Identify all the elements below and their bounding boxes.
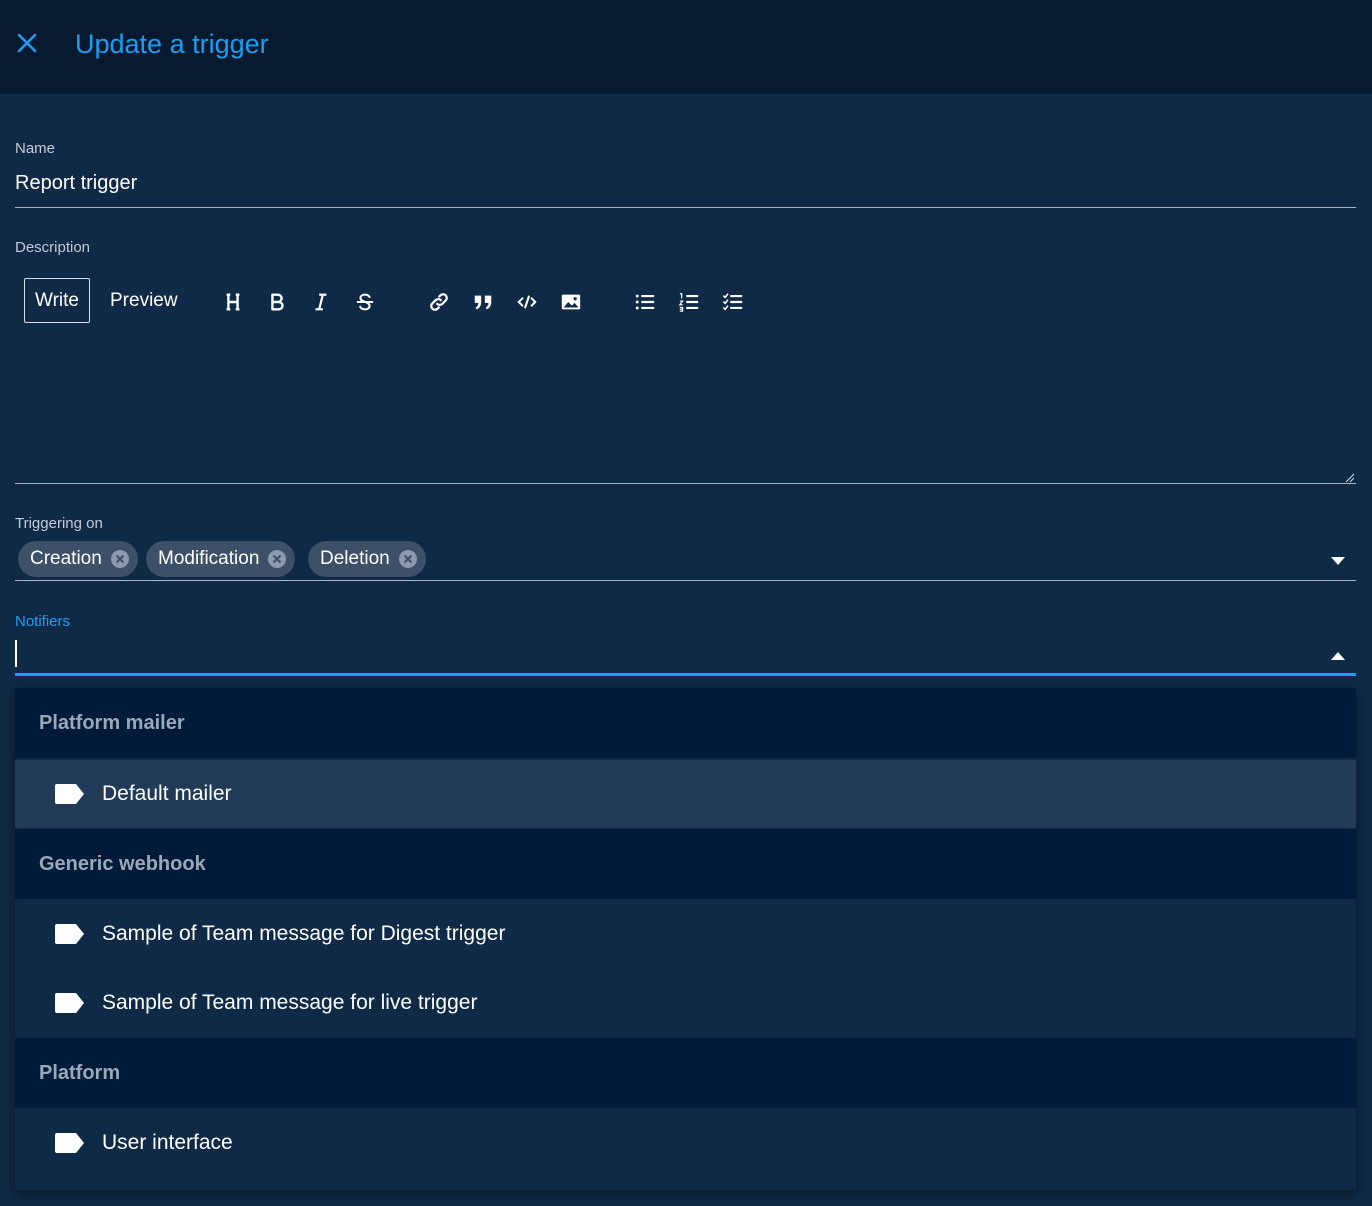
notifiers-label: Notifiers [15,613,71,630]
notifiers-dropdown-menu: Platform mailer Default mailer Generic w… [15,688,1356,1190]
bold-icon[interactable] [265,290,289,314]
group-header-generic-webhook: Generic webhook [15,829,1356,899]
italic-icon[interactable] [309,290,333,314]
chip-creation: Creation [18,541,138,577]
triggering-on-underline [15,580,1356,581]
top-bar: Update a trigger [0,0,1372,94]
tab-preview[interactable]: Preview [110,290,178,312]
tab-write[interactable]: Write [24,278,90,323]
name-label: Name [15,140,56,157]
dropdown-arrow-icon[interactable] [1330,556,1346,566]
option-label: Sample of Team message for live trigger [102,991,478,1014]
image-icon[interactable] [559,290,583,314]
chip-modification: Modification [146,541,296,577]
chip-deletion: Deletion [308,541,426,577]
triggering-on-label: Triggering on [15,515,103,532]
quote-icon[interactable] [471,290,495,314]
group-header-platform-mailer: Platform mailer [15,688,1356,758]
chip-label: Deletion [320,548,390,569]
page-title: Update a trigger [75,29,269,59]
label-icon [55,924,84,944]
name-input[interactable]: Report trigger [15,172,137,195]
group-header-platform: Platform [15,1038,1356,1108]
label-icon [55,784,84,804]
code-icon[interactable] [515,290,539,314]
chip-label: Creation [30,548,102,569]
label-icon [55,993,84,1013]
notifiers-focus-underline [15,673,1356,676]
chip-label: Modification [158,548,260,569]
description-field-underline [15,483,1356,484]
chip-remove-icon[interactable] [398,549,418,569]
name-field-underline [15,207,1356,208]
chip-remove-icon[interactable] [267,549,287,569]
strikethrough-icon[interactable] [353,290,377,314]
bulleted-list-icon[interactable] [633,290,657,314]
close-icon[interactable] [12,28,42,58]
option-live-trigger-sample[interactable]: Sample of Team message for live trigger [15,969,1356,1037]
notifiers-input[interactable] [15,640,17,667]
option-user-interface[interactable]: User interface [15,1109,1356,1177]
dropdown-collapse-icon[interactable] [1330,651,1346,661]
option-label: User interface [102,1131,233,1154]
description-label: Description [15,239,91,256]
chip-remove-icon[interactable] [110,549,130,569]
numbered-list-icon[interactable] [677,290,701,314]
label-icon [55,1133,84,1153]
checklist-icon[interactable] [721,290,745,314]
option-label: Sample of Team message for Digest trigge… [102,922,506,945]
option-digest-trigger-sample[interactable]: Sample of Team message for Digest trigge… [15,900,1356,968]
option-default-mailer[interactable]: Default mailer [15,760,1356,828]
link-icon[interactable] [427,290,451,314]
option-label: Default mailer [102,782,232,805]
heading-icon[interactable] [221,290,245,314]
resize-handle-icon[interactable] [1343,470,1355,483]
